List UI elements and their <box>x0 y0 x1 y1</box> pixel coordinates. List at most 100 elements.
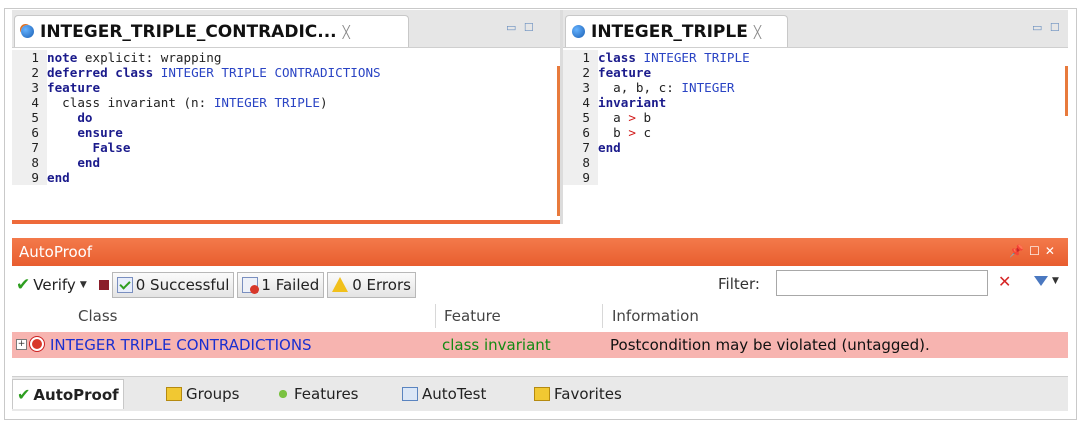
successful-filter-toggle[interactable]: 0 Successful <box>111 272 235 298</box>
errors-label: 0 Errors <box>352 276 411 294</box>
tab-integer-triple-contradictions[interactable]: INTEGER_TRIPLE_CONTRADIC... ╳ <box>14 15 409 47</box>
cell-feature: class invariant <box>442 336 551 354</box>
code-line[interactable]: 7 False <box>12 140 560 155</box>
code-line[interactable]: 3 feature <box>12 80 560 95</box>
code-line[interactable]: 4 invariant <box>563 95 1068 110</box>
editor-integer-triple-contradictions: INTEGER_TRIPLE_CONTRADIC... ╳ ▭ ☐ 1 note … <box>12 10 560 224</box>
chevron-down-icon[interactable]: ▼ <box>80 280 87 290</box>
errors-filter-toggle[interactable]: 0 Errors <box>327 272 416 298</box>
code-token: end <box>598 140 621 155</box>
favorites-icon <box>534 387 550 401</box>
tab-features[interactable]: Features <box>272 379 363 409</box>
code-token: class <box>598 50 636 65</box>
code-token: invariant <box>598 95 667 110</box>
cell-information: Postcondition may be violated (untagged)… <box>610 336 930 354</box>
table-row[interactable]: + INTEGER TRIPLE CONTRADICTIONS class in… <box>12 332 1068 358</box>
code-line[interactable]: 5 a > b <box>563 110 1068 125</box>
line-number: 6 <box>12 125 47 140</box>
line-number: 8 <box>12 155 47 170</box>
column-header-information[interactable]: Information <box>612 307 699 325</box>
line-number: 1 <box>12 50 47 65</box>
tab-label: AutoTest <box>422 385 487 403</box>
overview-ruler-marker <box>1065 66 1068 116</box>
code-token: INTEGER TRIPLE <box>635 50 750 65</box>
code-line[interactable]: 7 end <box>563 140 1068 155</box>
eiffel-class-icon <box>21 25 34 38</box>
code-line[interactable]: 9 end <box>12 170 560 185</box>
code-token: end <box>77 155 101 170</box>
code-token: c <box>635 125 652 140</box>
code-token: end <box>47 170 70 185</box>
code-token: ensure <box>77 125 123 140</box>
tab-favorites[interactable]: Favorites <box>530 379 626 409</box>
view-title: AutoProof <box>19 243 93 261</box>
code-line[interactable]: 2 deferred class INTEGER TRIPLE CONTRADIC… <box>12 65 560 80</box>
code-editor[interactable]: 1 note explicit: wrapping 2 deferred class … <box>12 48 560 220</box>
column-header-class[interactable]: Class <box>78 307 117 325</box>
code-line[interactable]: 6 ensure <box>12 125 560 140</box>
code-token: do <box>77 110 93 125</box>
tab-title: INTEGER_TRIPLE <box>591 21 748 42</box>
code-token: a <box>598 110 629 125</box>
verify-button[interactable]: ✔ Verify ▼ <box>16 275 87 295</box>
autoproof-view-header: AutoProof 📌☐✕ <box>12 238 1068 266</box>
tab-integer-triple[interactable]: INTEGER_TRIPLE ╳ <box>565 15 788 47</box>
line-number: 7 <box>563 140 598 155</box>
tab-autoproof[interactable]: ✔ AutoProof <box>12 379 124 409</box>
line-number: 8 <box>563 155 598 170</box>
code-line[interactable]: 8 end <box>12 155 560 170</box>
line-number: 4 <box>563 95 598 110</box>
tab-label: Favorites <box>554 385 622 403</box>
code-token: b <box>635 110 652 125</box>
code-line[interactable]: 6 b > c <box>563 125 1068 140</box>
check-icon: ✔ <box>17 385 31 404</box>
line-number: 5 <box>563 110 598 125</box>
code-token: > <box>628 125 636 140</box>
code-line[interactable]: 1 class INTEGER TRIPLE <box>563 50 1068 65</box>
code-line[interactable]: 1 note explicit: wrapping <box>12 50 560 65</box>
tab-autotest[interactable]: AutoTest <box>398 379 490 409</box>
chevron-down-icon[interactable]: ▼ <box>1052 276 1059 286</box>
filter-funnel-icon[interactable] <box>1034 276 1048 286</box>
code-editor[interactable]: 1 class INTEGER TRIPLE 2 feature 3 a, b, c: … <box>563 48 1068 220</box>
column-divider[interactable] <box>602 304 603 328</box>
expand-icon[interactable]: + <box>16 339 27 350</box>
code-token: INTEGER TRIPLE <box>213 95 320 110</box>
code-token: False <box>92 140 131 155</box>
code-line[interactable]: 9 <box>563 170 1068 185</box>
code-token: INTEGER TRIPLE CONTRADICTIONS <box>153 65 381 80</box>
minimize-maximize-icon[interactable]: ▭ ☐ <box>506 21 536 34</box>
line-number: 2 <box>12 65 47 80</box>
line-number: 6 <box>563 125 598 140</box>
minimize-maximize-icon[interactable]: ▭ ☐ <box>1032 21 1062 34</box>
code-token: a, b, c: <box>598 80 682 95</box>
code-token: ) <box>319 95 328 110</box>
close-icon[interactable]: ╳ <box>343 25 350 39</box>
code-line[interactable]: 8 <box>563 155 1068 170</box>
failed-filter-toggle[interactable]: 1 Failed <box>237 272 325 298</box>
warning-icon <box>332 276 349 292</box>
close-icon[interactable]: ╳ <box>754 25 761 39</box>
filter-input[interactable] <box>776 270 988 296</box>
code-line[interactable]: 5 do <box>12 110 560 125</box>
clear-filter-icon[interactable]: ✕ <box>998 272 1011 291</box>
code-line[interactable]: 3 a, b, c: INTEGER <box>563 80 1068 95</box>
editor-tabbar: INTEGER_TRIPLE_CONTRADIC... ╳ ▭ ☐ <box>12 10 560 48</box>
code-token: note <box>47 50 78 65</box>
tab-groups[interactable]: Groups <box>162 379 243 409</box>
stop-icon[interactable] <box>98 280 109 290</box>
column-divider[interactable] <box>435 304 436 328</box>
check-icon: ✔ <box>16 275 31 295</box>
column-header-feature[interactable]: Feature <box>444 307 501 325</box>
line-number: 9 <box>12 170 47 185</box>
view-controls-icon[interactable]: 📌☐✕ <box>1009 244 1060 258</box>
code-token: class invariant (n: <box>47 95 214 110</box>
code-token: feature <box>598 65 652 80</box>
line-number: 9 <box>563 170 598 185</box>
code-line[interactable]: 4 class invariant (n: INTEGER TRIPLE) <box>12 95 560 110</box>
autoproof-view: AutoProof 📌☐✕ ✔ Verify ▼ 0 Successful 1 … <box>12 238 1068 411</box>
code-line[interactable]: 2 feature <box>563 65 1068 80</box>
